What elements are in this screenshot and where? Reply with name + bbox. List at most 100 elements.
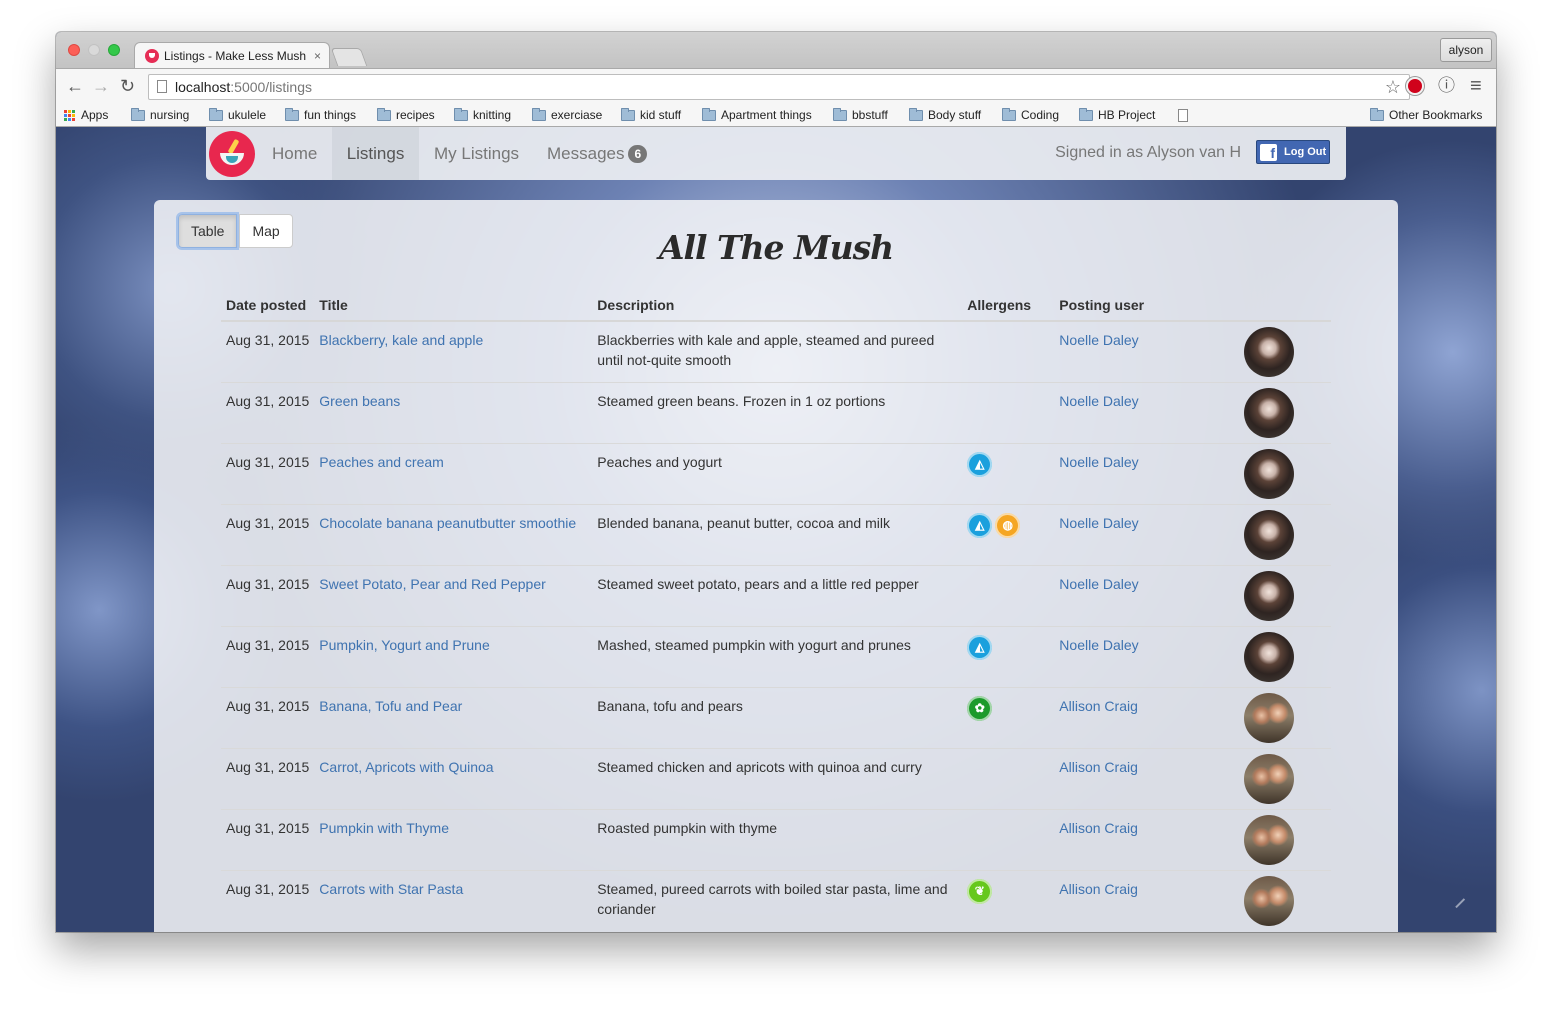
- bookmark-folder[interactable]: exerciase: [532, 107, 602, 122]
- bookmark-folder[interactable]: kid stuff: [621, 107, 681, 122]
- listing-date-cell: Aug 31, 2015: [221, 869, 315, 931]
- bookmark-folder[interactable]: ukulele: [209, 107, 267, 122]
- bookmark-folder[interactable]: recipes: [377, 107, 435, 122]
- avatar[interactable]: [1244, 875, 1295, 926]
- listing-title-link-cell: Blackberry, kale and apple: [314, 320, 593, 382]
- bookmark-label: Coding: [1021, 108, 1060, 122]
- close-window-button[interactable]: [68, 44, 80, 56]
- user-avatar-cell: [1239, 869, 1331, 931]
- bookmark-folder[interactable]: Body stuff: [909, 107, 981, 122]
- avatar[interactable]: [1244, 327, 1295, 377]
- bookmark-folder[interactable]: nursing: [131, 107, 189, 122]
- posting-user-link-cell: Noelle Daley: [1054, 381, 1240, 443]
- listing-title-link[interactable]: Banana, Tofu and Pear: [319, 698, 462, 714]
- tab-close-icon[interactable]: ×: [314, 49, 321, 63]
- listing-title-link[interactable]: Green beans: [319, 393, 400, 409]
- tab-strip: Listings - Make Less Mush × alyson: [56, 32, 1496, 69]
- minimize-window-button[interactable]: [88, 44, 100, 56]
- forward-icon[interactable]: →: [92, 77, 110, 95]
- avatar[interactable]: [1244, 753, 1295, 804]
- bookmark-apps[interactable]: Apps: [64, 108, 108, 122]
- avatar[interactable]: [1244, 509, 1295, 560]
- bookmark-label: knitting: [473, 108, 512, 122]
- posting-user-link[interactable]: Noelle Daley: [1059, 515, 1138, 531]
- site-logo[interactable]: [209, 131, 255, 177]
- listing-date: Aug 31, 2015: [226, 819, 310, 836]
- info-extension-icon[interactable]: ⓘ: [1438, 77, 1455, 95]
- avatar[interactable]: [1244, 570, 1295, 621]
- posting-user-link-cell: Noelle Daley: [1054, 564, 1240, 626]
- posting-user-link[interactable]: Noelle Daley: [1059, 332, 1138, 348]
- listing-title-link-cell: Carrots with Star Pasta: [314, 869, 593, 931]
- posting-user-link-cell: Allison Craig: [1054, 747, 1240, 809]
- facebook-icon: f: [1260, 143, 1277, 161]
- posting-user-link[interactable]: Allison Craig: [1059, 881, 1138, 897]
- listing-title-link[interactable]: Peaches and cream: [319, 454, 444, 470]
- back-icon[interactable]: ←: [66, 77, 84, 95]
- bookmark-folder[interactable]: bbstuff: [833, 107, 888, 122]
- listing-date: Aug 31, 2015: [226, 575, 310, 592]
- avatar[interactable]: [1244, 387, 1295, 438]
- user-avatar-cell: [1239, 808, 1331, 870]
- posting-user-link-cell: Noelle Daley: [1054, 625, 1240, 687]
- folder-icon: [909, 107, 923, 121]
- listing-title-link-cell: Banana, Tofu and Pear: [314, 686, 593, 748]
- nav-listings[interactable]: Listings: [332, 127, 419, 180]
- chrome-menu-icon[interactable]: ≡: [1470, 76, 1482, 96]
- allergens-cell: [962, 747, 1055, 809]
- nav-messages[interactable]: Messages 6: [532, 127, 662, 180]
- listing-title-link[interactable]: Chocolate banana peanutbutter smoothie: [319, 515, 576, 531]
- listing-description: Steamed sweet potato, pears and a little…: [597, 575, 919, 592]
- adblock-extension-icon[interactable]: [1406, 77, 1424, 95]
- bookmark-label: ukulele: [228, 108, 267, 122]
- reload-icon[interactable]: ↻: [120, 77, 135, 95]
- signed-in-text: Signed in as Alyson van H: [1055, 144, 1241, 161]
- posting-user-link-cell: Allison Craig: [1054, 869, 1240, 931]
- listing-title-link[interactable]: Pumpkin with Thyme: [319, 820, 449, 836]
- posting-user-link[interactable]: Noelle Daley: [1059, 393, 1138, 409]
- nav-home[interactable]: Home: [257, 127, 332, 180]
- bookmark-folder[interactable]: fun things: [285, 107, 356, 122]
- bookmark-other-folder[interactable]: Other Bookmarks: [1370, 107, 1483, 122]
- listing-title-link[interactable]: Sweet Potato, Pear and Red Pepper: [319, 576, 545, 592]
- col-allergens: Allergens: [962, 288, 1055, 322]
- posting-user-link[interactable]: Allison Craig: [1059, 820, 1138, 836]
- table-row: Aug 31, 2015 Pumpkin, Yogurt and Prune Mas…: [221, 625, 1331, 687]
- posting-user-link[interactable]: Allison Craig: [1059, 698, 1138, 714]
- avatar[interactable]: [1244, 692, 1295, 743]
- logo-spoon: [227, 138, 240, 155]
- bookmark-folder[interactable]: Coding: [1002, 107, 1060, 122]
- facebook-logout-button[interactable]: f Log Out: [1256, 140, 1330, 164]
- bookmark-label: bbstuff: [852, 108, 888, 122]
- zoom-window-button[interactable]: [108, 44, 120, 56]
- bookmark-folder[interactable]: knitting: [454, 107, 512, 122]
- bookmark-folder[interactable]: HB Project: [1079, 107, 1155, 122]
- profile-button[interactable]: alyson: [1440, 38, 1492, 62]
- posting-user-link[interactable]: Noelle Daley: [1059, 454, 1138, 470]
- folder-icon: [1079, 107, 1093, 121]
- nav-my-listings[interactable]: My Listings: [419, 127, 534, 180]
- address-bar[interactable]: localhost:5000/listings ☆: [148, 74, 1410, 100]
- bookmark-star-icon[interactable]: ☆: [1385, 77, 1401, 98]
- apps-grid-icon: [64, 109, 75, 121]
- posting-user-link[interactable]: Allison Craig: [1059, 759, 1138, 775]
- listing-title-link[interactable]: Blackberry, kale and apple: [319, 332, 483, 348]
- bookmark-label: Other Bookmarks: [1389, 108, 1483, 122]
- table-row: Aug 31, 2015 Peaches and cream Peaches and…: [221, 442, 1331, 504]
- site-navbar: Home Listings My Listings Messages 6 Sig…: [206, 127, 1346, 180]
- avatar[interactable]: [1244, 631, 1295, 682]
- page-viewport: Home Listings My Listings Messages 6 Sig…: [56, 127, 1496, 932]
- avatar[interactable]: [1244, 814, 1295, 865]
- folder-icon: [131, 107, 145, 121]
- bookmark-page-icon[interactable]: [1178, 109, 1188, 122]
- logout-label: Log Out: [1284, 146, 1327, 158]
- avatar[interactable]: [1244, 448, 1295, 499]
- posting-user-link[interactable]: Noelle Daley: [1059, 637, 1138, 653]
- browser-tab[interactable]: Listings - Make Less Mush ×: [134, 42, 330, 69]
- posting-user-link[interactable]: Noelle Daley: [1059, 576, 1138, 592]
- bookmark-folder[interactable]: Apartment things: [702, 107, 812, 122]
- listing-title-link[interactable]: Pumpkin, Yogurt and Prune: [319, 637, 489, 653]
- new-tab-button[interactable]: [330, 48, 368, 66]
- listing-title-link[interactable]: Carrot, Apricots with Quinoa: [319, 759, 493, 775]
- listing-title-link[interactable]: Carrots with Star Pasta: [319, 881, 463, 897]
